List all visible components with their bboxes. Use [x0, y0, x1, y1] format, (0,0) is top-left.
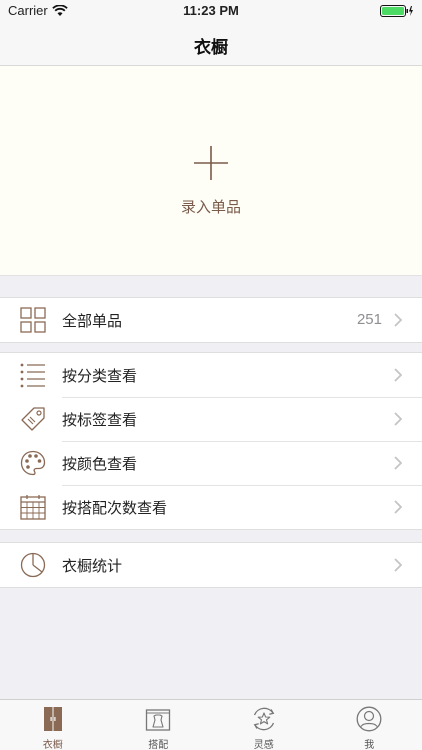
status-time: 11:23 PM	[183, 3, 239, 18]
browse-by-color-row[interactable]: 按颜色查看	[0, 441, 422, 485]
chevron-right-icon	[394, 500, 402, 514]
battery-icon	[380, 5, 414, 21]
tab-profile[interactable]: 我	[317, 700, 422, 750]
page-title: 衣橱	[194, 38, 228, 58]
palette-icon	[20, 450, 46, 476]
calendar-icon	[20, 495, 46, 520]
grid-icon	[20, 307, 46, 333]
chevron-right-icon	[394, 412, 402, 426]
list-icon	[20, 363, 45, 388]
inspiration-icon	[253, 707, 275, 731]
browse-by-tag-label: 按标签查看	[62, 411, 138, 429]
tab-outfit-label: 搭配	[148, 740, 169, 750]
tag-icon	[21, 407, 45, 431]
all-items-count: 251	[356, 311, 382, 328]
browse-by-color-label: 按颜色查看	[62, 455, 138, 473]
browse-group: 按分类查看 按标签查看 按颜色查看 按搭配次数查看	[0, 352, 422, 530]
add-item-button[interactable]: 录入单品	[0, 66, 422, 276]
wardrobe-stats-label: 衣橱统计	[62, 557, 123, 575]
stats-group: 衣橱统计	[0, 542, 422, 588]
profile-icon	[356, 706, 382, 732]
pie-chart-icon	[20, 552, 46, 578]
browse-by-category-label: 按分类查看	[62, 367, 138, 385]
plus-icon	[194, 146, 228, 180]
tab-bar: 衣橱 搭配 灵感 我	[0, 699, 422, 750]
all-items-group: 全部单品 251	[0, 297, 422, 343]
browse-by-wear-count-row[interactable]: 按搭配次数查看	[0, 485, 422, 529]
wardrobe-stats-row[interactable]: 衣橱统计	[0, 543, 422, 587]
wardrobe-icon	[43, 707, 62, 731]
tab-profile-label: 我	[364, 740, 375, 750]
add-item-label: 录入单品	[180, 198, 241, 216]
tab-wardrobe[interactable]: 衣橱	[0, 700, 106, 750]
outfit-icon	[146, 709, 171, 731]
tab-inspiration-label: 灵感	[253, 740, 274, 750]
chevron-right-icon	[394, 456, 402, 470]
all-items-label: 全部单品	[62, 312, 123, 330]
tab-inspiration[interactable]: 灵感	[211, 700, 317, 750]
browse-by-category-row[interactable]: 按分类查看	[0, 353, 422, 397]
browse-by-wear-count-label: 按搭配次数查看	[62, 499, 168, 517]
all-items-row[interactable]: 全部单品 251	[0, 298, 422, 342]
chevron-right-icon	[394, 313, 402, 327]
tab-outfit[interactable]: 搭配	[106, 700, 212, 750]
tab-wardrobe-label: 衣橱	[42, 740, 63, 750]
browse-by-tag-row[interactable]: 按标签查看	[0, 397, 422, 441]
chevron-right-icon	[394, 368, 402, 382]
status-bar: Carrier 11:23 PM	[0, 0, 422, 22]
chevron-right-icon	[394, 558, 402, 572]
navigation-bar: 衣橱	[0, 22, 422, 66]
